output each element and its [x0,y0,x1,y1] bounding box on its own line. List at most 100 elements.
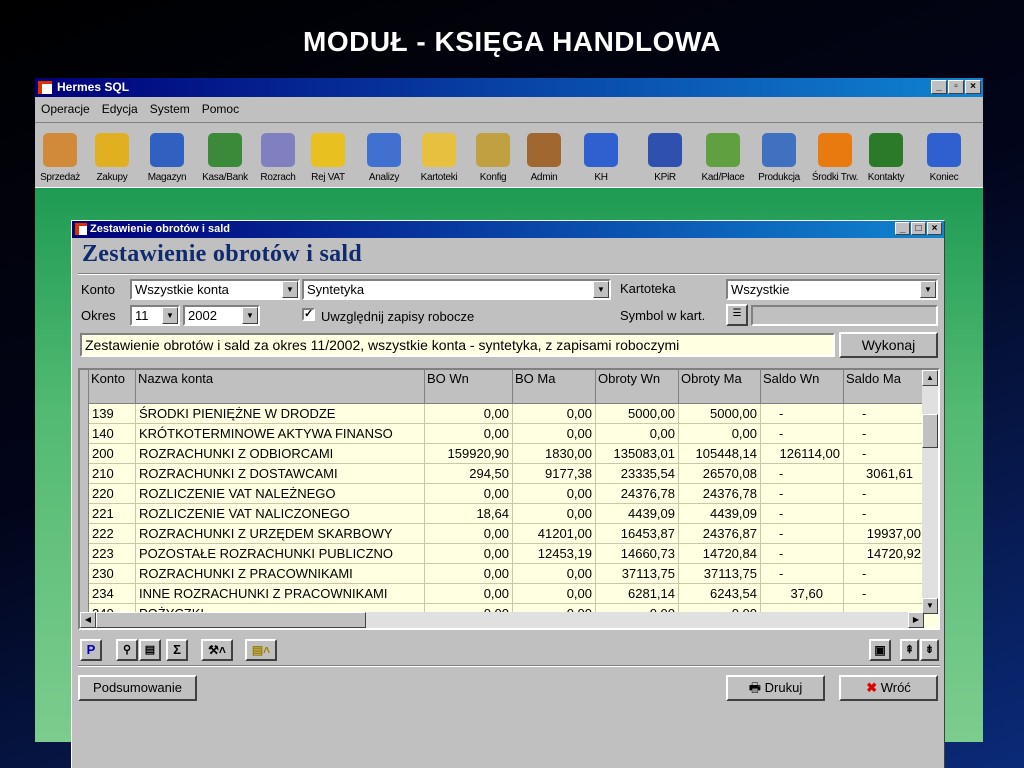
table-row[interactable]: 223 POZOSTAŁE ROZRACHUNKI PUBLICZNO 0,00 12… [89,544,924,564]
toolbar-button-analizy[interactable]: Analizy [359,129,409,189]
scroll-left-icon[interactable]: ◀ [80,612,96,628]
p-icon[interactable]: P [80,639,102,661]
menu-pomoc[interactable]: Pomoc [196,99,245,119]
wykonaj-button[interactable]: Wykonaj [839,332,938,358]
table-row[interactable]: 222 ROZRACHUNKI Z URZĘDEM SKARBOWY 0,00 412… [89,524,924,544]
column-header[interactable]: Saldo Ma [844,370,924,404]
filter-icon[interactable]: ▤ [139,639,161,661]
toolbar-label: Kasa/Bank [202,172,248,183]
table-cell: - [844,484,924,504]
table-row[interactable]: 230 ROZRACHUNKI Z PRACOWNIKAMI 0,00 0,00 371… [89,564,924,584]
close-button[interactable]: × [965,80,981,94]
hscroll-thumb[interactable] [96,612,366,628]
chevron-down-icon[interactable]: ▼ [920,281,936,298]
table-cell: INNE ROZRACHUNKI Z PRACOWNIKAMI [136,584,425,604]
toolbar-button-magazyn[interactable]: Magazyn [139,129,195,189]
column-header[interactable]: BO Wn [425,370,513,404]
toolbar-button-kad-płace[interactable]: Kad/Płace [697,129,749,189]
toolbar-button-admin[interactable]: Admin [521,129,567,189]
toolbar-label: Analizy [368,172,400,183]
binoculars-icon[interactable]: ⚲ [116,639,138,661]
podsumowanie-button[interactable]: Podsumowanie [78,675,197,701]
vertical-scrollbar[interactable]: ▲ ▼ [922,370,938,614]
shopping-cart-icon [95,133,129,167]
toolbar-button-kasa-bank[interactable]: Kasa/Bank [197,129,253,189]
table-row[interactable]: 139 ŚRODKI PIENIĘŻNE W DRODZE 0,00 0,00 5000… [89,404,924,424]
toolbar-button-kpir[interactable]: KPiR [637,129,693,189]
toolbar-button-sprzedaż[interactable]: Sprzedaż [35,129,85,189]
table-row[interactable]: 221 ROZLICZENIE VAT NALICZONEGO 18,64 0,00 4… [89,504,924,524]
child-titlebar[interactable]: Zestawienie obrotów i sald _ □ × [72,221,944,238]
sigma-icon[interactable]: Σ [166,639,188,661]
tools-icon[interactable]: ⚒˄ [201,639,233,661]
table-cell: 139 [89,404,136,424]
export-icon[interactable]: ▤˄ [245,639,277,661]
uwzglednij-checkbox[interactable]: ✓ [302,308,315,321]
syntetyka-select[interactable]: Syntetyka ▼ [302,279,611,300]
scroll-thumb[interactable] [922,414,938,448]
table-cell: 26570,08 [679,464,761,484]
scroll-right-icon[interactable]: ▶ [908,612,924,628]
scroll-up-icon[interactable]: ▲ [922,370,938,386]
toolbar-button-kontakty[interactable]: Kontakty [859,129,913,189]
menu-system[interactable]: System [144,99,196,119]
table-cell: 14720,92 [844,544,924,564]
toolbar-button-koniec[interactable]: Koniec [917,129,971,189]
table-row[interactable]: 220 ROZLICZENIE VAT NALEŻNEGO 0,00 0,00 2437… [89,484,924,504]
konto-select[interactable]: Wszystkie konta ▼ [130,279,300,300]
wroc-button[interactable]: ✖ Wróć [839,675,938,701]
table-row[interactable]: 200 ROZRACHUNKI Z ODBIORCAMI 159920,90 1830… [89,444,924,464]
toolbar-button-konfig[interactable]: Konfig [471,129,515,189]
child-maximize-button[interactable]: □ [911,222,926,235]
table-row[interactable]: 210 ROZRACHUNKI Z DOSTAWCAMI 294,50 9177,38… [89,464,924,484]
year-select[interactable]: 2002 ▼ [183,305,260,326]
table-cell: 230 [89,564,136,584]
column-header[interactable]: Nazwa konta [136,370,425,404]
app-titlebar[interactable]: Hermes SQL _ ▫ × [35,78,983,97]
toolbar-label: Produkcja [758,172,800,183]
symbol-picker-button[interactable]: ☰ [726,304,748,326]
toolbar-button-rozrach[interactable]: Rozrach [255,129,301,189]
child-minimize-button[interactable]: _ [895,222,910,235]
scroll-down-icon[interactable]: ▼ [922,598,938,614]
table-cell: 0,00 [513,484,596,504]
table-cell: 12453,19 [513,544,596,564]
toolbar-button-kartoteki[interactable]: Kartoteki [411,129,467,189]
chevron-down-icon[interactable]: ▼ [593,281,609,298]
table-cell: - [844,424,924,444]
toolbar-button-rej-vat[interactable]: Rej VAT [303,129,353,189]
toolbar-button-środki-trw[interactable]: Środki Trw. [809,129,861,189]
child-close-button[interactable]: × [927,222,942,235]
maximize-button[interactable]: ▫ [948,80,964,94]
symbol-field[interactable] [751,305,938,326]
ma-wn-icon [584,133,618,167]
chevron-down-icon[interactable]: ▼ [282,281,298,298]
column-header[interactable]: Konto [89,370,136,404]
horizontal-scrollbar[interactable]: ◀ ▶ [80,612,924,628]
zestawienie-window: Zestawienie obrotów i sald _ □ × Zestawi… [71,220,945,768]
month-select[interactable]: 11 ▼ [130,305,180,326]
expand-icon[interactable]: ⇟ [920,639,939,661]
collapse-icon[interactable]: ⇞ [900,639,919,661]
toolbar-label: KPiR [654,172,676,183]
save-icon[interactable]: ▣ [869,639,891,661]
kartoteka-select[interactable]: Wszystkie ▼ [726,279,938,300]
column-header[interactable]: BO Ma [513,370,596,404]
menu-edycja[interactable]: Edycja [96,99,144,119]
toolbar-button-zakupy[interactable]: Zakupy [89,129,135,189]
menu-operacje[interactable]: Operacje [35,99,96,119]
table-row[interactable]: 140 KRÓTKOTERMINOWE AKTYWA FINANSO 0,00 0,0… [89,424,924,444]
column-header[interactable]: Saldo Wn [761,370,844,404]
toolbar-button-kh[interactable]: KH [571,129,631,189]
chevron-down-icon[interactable]: ▼ [242,307,258,324]
drukuj-button[interactable]: 🖶 Drukuj [726,675,825,701]
table-cell: 14660,73 [596,544,679,564]
chevron-down-icon[interactable]: ▼ [162,307,178,324]
toolbar-button-produkcja[interactable]: Produkcja [751,129,807,189]
column-header[interactable]: Obroty Wn [596,370,679,404]
minimize-button[interactable]: _ [931,80,947,94]
table-row[interactable]: 234 INNE ROZRACHUNKI Z PRACOWNIKAMI 0,00 0,… [89,584,924,604]
column-header[interactable]: Obroty Ma [679,370,761,404]
money-bag-icon [208,133,242,167]
table-cell: 0,00 [425,564,513,584]
